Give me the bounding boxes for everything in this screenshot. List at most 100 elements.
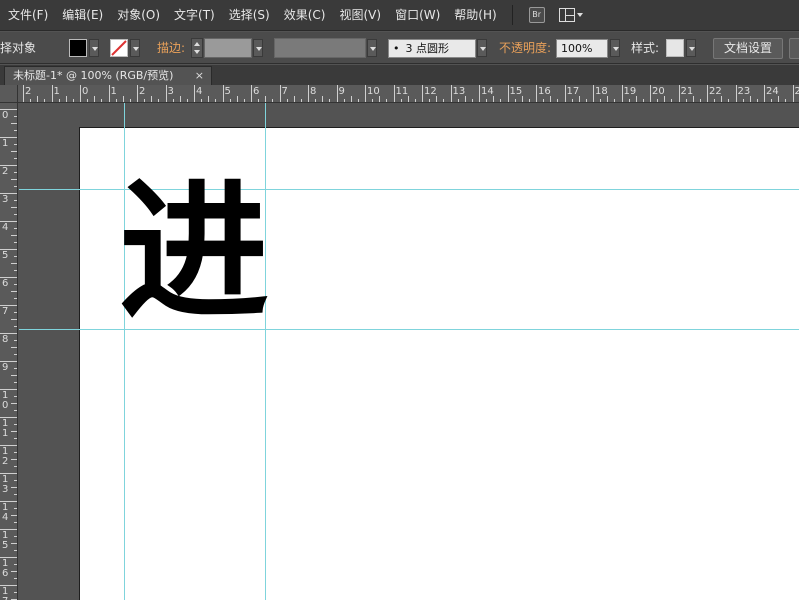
ruler-minor-tick [14,256,17,257]
ruler-minor-tick [429,99,431,102]
ruler-minor-tick [11,347,17,348]
ruler-minor-tick [486,99,488,102]
ruler-minor-tick [11,543,17,544]
ruler-tick-label: 20 [652,86,665,97]
style-dropdown[interactable] [686,39,696,57]
ruler-minor-tick [14,564,17,565]
stroke-swatch[interactable] [110,39,128,57]
document-setup-button[interactable]: 文档设置 [713,38,783,59]
ruler-minor-tick [471,99,473,102]
style-swatch[interactable] [666,39,684,57]
bridge-button[interactable]: Br [528,7,545,23]
preferences-button[interactable] [789,38,799,59]
ruler-tick [422,85,423,102]
ruler-tick [222,85,224,102]
ruler-tick [308,85,309,102]
fill-swatch[interactable] [69,39,87,57]
menu-type[interactable]: 文字(T) [167,0,222,31]
ruler-minor-tick [315,99,317,102]
ruler-tick-label: 18 [595,86,608,97]
text-object[interactable]: 进 [119,173,269,333]
canvas-area[interactable]: 进 [19,103,799,600]
menu-select[interactable]: 选择(S) [222,0,277,31]
horizontal-ruler[interactable]: 2 1 0 1 2 3 4 5 6 7 8 9 10 11 12 13 14 15 16 17 18 19 20 21 22 23… [18,85,799,103]
menu-view[interactable]: 视图(V) [332,0,388,31]
style-label: 样式: [631,41,660,55]
ruler-minor-tick [286,99,288,102]
ruler-tick-label: 13 [452,86,466,97]
ruler-tick [479,85,480,102]
menu-window[interactable]: 窗口(W) [388,0,447,31]
ruler-tick [536,85,537,102]
ruler-tick-label: 14 [2,502,9,523]
ruler-minor-tick [14,130,17,131]
variable-width-dropdown[interactable] [367,39,377,57]
document-tab-title: 未标题-1* @ 100% (RGB/预览) [13,69,174,82]
ruler-tick [23,85,24,102]
ruler-tick [165,85,167,102]
chevron-down-icon [576,13,583,17]
ruler-tick [194,85,195,102]
ruler-minor-tick [186,99,188,102]
ruler-tick [564,85,566,102]
close-icon[interactable]: × [195,67,204,85]
ruler-minor-tick [14,508,17,509]
ruler-origin[interactable] [0,85,18,103]
ruler-minor-tick [11,291,17,292]
stroke-weight-dropdown[interactable] [253,39,263,57]
ruler-tick [108,85,110,102]
ruler-minor-tick [293,96,295,102]
ruler-tick-label: 7 [2,306,9,317]
ruler-tick [792,85,794,102]
ruler-tick [336,85,338,102]
ruler-minor-tick [557,99,559,102]
stroke-weight-field[interactable] [204,38,252,58]
ruler-minor-tick [386,99,388,102]
menu-file[interactable]: 文件(F) [0,0,55,31]
ruler-minor-tick [44,99,46,102]
ruler-minor-tick [528,99,530,102]
ruler-minor-tick [11,431,17,432]
ruler-minor-tick [272,99,274,102]
ruler-minor-tick [400,99,402,102]
arrange-documents-button[interactable] [558,8,583,22]
ruler-minor-tick [11,319,17,320]
opacity-field[interactable]: 100% [556,39,608,58]
menu-help[interactable]: 帮助(H) [447,0,503,31]
brush-field[interactable]: • 3 点圆形 [388,39,476,58]
ruler-minor-tick [657,99,659,102]
ruler-minor-tick [14,494,17,495]
ruler-minor-tick [94,96,96,102]
ruler-minor-tick [14,550,17,551]
ruler-tick [764,85,765,102]
ruler-minor-tick [236,96,238,102]
ruler-minor-tick [414,99,416,102]
ruler-tick-label: 2 [25,86,32,97]
ruler-minor-tick [642,99,644,102]
ruler-tick-label: 7 [281,86,288,97]
ruler-minor-tick [614,99,616,102]
fill-dropdown[interactable] [89,39,99,57]
brush-dropdown[interactable] [477,39,487,57]
menu-edit[interactable]: 编辑(E) [55,0,110,31]
variable-width-field[interactable] [274,38,366,58]
ruler-minor-tick [14,116,17,117]
ruler-tick-label: 8 [310,86,317,97]
no-stroke-icon [111,40,127,56]
opacity-dropdown[interactable] [610,39,620,57]
menu-effect[interactable]: 效果(C) [277,0,333,31]
ruler-minor-tick [14,298,17,299]
ruler-tick [507,85,509,102]
document-tab[interactable]: 未标题-1* @ 100% (RGB/预览) × [4,66,212,85]
ruler-minor-tick [14,144,17,145]
ruler-minor-tick [785,99,787,102]
ruler-minor-tick [300,99,302,102]
vertical-ruler[interactable]: 01234567891011121314151617 [0,103,18,600]
ruler-minor-tick [11,263,17,264]
ruler-tick-label: 24 [766,86,779,97]
stroke-dropdown[interactable] [130,39,140,57]
menu-object[interactable]: 对象(O) [110,0,167,31]
menu-separator [511,5,513,25]
ruler-minor-tick [728,99,730,102]
stroke-weight-stepper[interactable] [191,38,203,58]
